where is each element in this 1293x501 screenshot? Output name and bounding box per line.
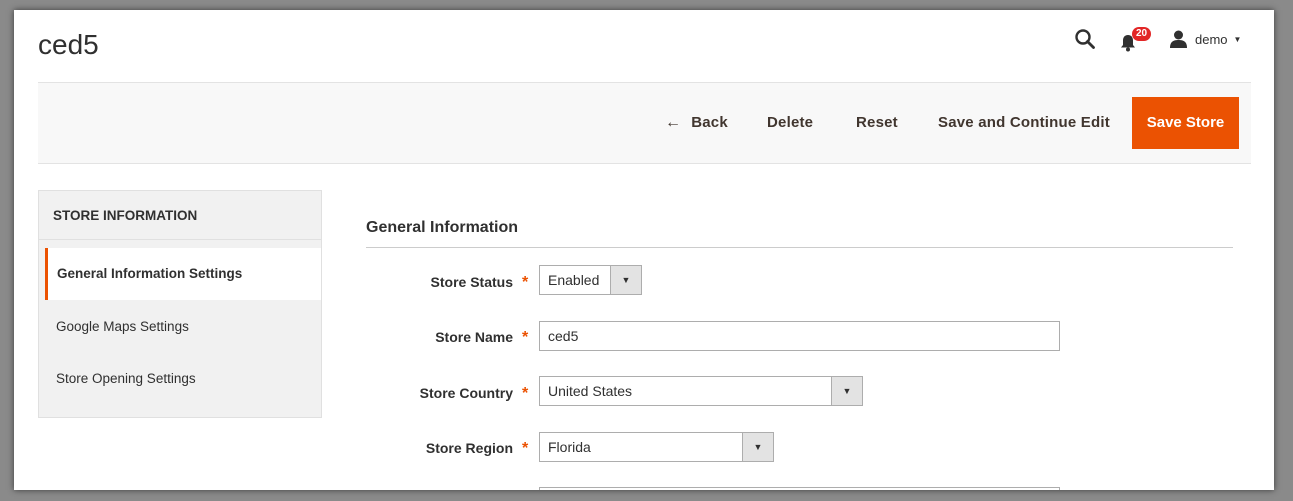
save-store-button[interactable]: Save Store — [1132, 97, 1239, 149]
required-marker: * — [522, 274, 529, 291]
delete-button[interactable]: Delete — [767, 109, 813, 137]
user-menu[interactable]: demo ▼ — [1170, 29, 1241, 49]
chevron-down-icon: ▼ — [831, 377, 862, 405]
back-arrow-icon: ← — [665, 114, 682, 131]
page-actions-toolbar: ← Back Delete Reset Save and Continue Edi… — [38, 82, 1251, 164]
chevron-down-icon: ▼ — [1233, 34, 1242, 44]
back-button[interactable]: ← Back — [665, 109, 728, 137]
admin-page: ced5 20 demo ▼ ← Back Delete Reset Save a… — [14, 10, 1274, 490]
chevron-down-icon: ▼ — [610, 266, 641, 294]
store-country-label: Store Country — [419, 385, 513, 401]
reset-button[interactable]: Reset — [856, 109, 898, 137]
user-name: demo — [1195, 31, 1228, 47]
store-name-value: ced5 — [548, 328, 579, 344]
back-label: Back — [691, 114, 728, 131]
required-marker: * — [522, 440, 529, 457]
sidebar-item-general-information-settings[interactable]: General Information Settings — [45, 248, 321, 300]
section-title: General Information — [366, 219, 519, 236]
store-region-label: Store Region — [425, 440, 513, 456]
store-status-select[interactable]: Enabled ▼ — [539, 265, 642, 295]
sidebar-item-store-opening-settings[interactable]: Store Opening Settings — [45, 353, 321, 405]
section-divider — [366, 247, 1233, 248]
sidebar-item-google-maps-settings[interactable]: Google Maps Settings — [45, 301, 321, 353]
search-icon[interactable] — [1074, 28, 1096, 50]
chevron-down-icon: ▼ — [742, 433, 773, 461]
next-field-input[interactable] — [539, 487, 1060, 490]
store-name-label: Store Name — [435, 329, 513, 345]
sidebar-title: STORE INFORMATION — [53, 208, 198, 223]
store-country-select[interactable]: United States ▼ — [539, 376, 863, 406]
sidebar-divider — [39, 239, 321, 240]
store-name-input[interactable]: ced5 — [539, 321, 1060, 351]
required-marker: * — [522, 385, 529, 402]
store-region-value: Florida — [548, 439, 591, 455]
store-information-sidebar: STORE INFORMATION General Information Se… — [38, 190, 322, 418]
store-status-value: Enabled — [548, 272, 600, 288]
store-region-select[interactable]: Florida ▼ — [539, 432, 774, 462]
store-country-value: United States — [548, 383, 633, 399]
user-icon — [1170, 30, 1187, 48]
notification-count-badge: 20 — [1132, 27, 1152, 41]
notifications-button[interactable]: 20 — [1120, 27, 1152, 54]
page-title: ced5 — [38, 29, 99, 60]
store-status-label: Store Status — [430, 274, 513, 290]
required-marker: * — [522, 329, 529, 346]
save-and-continue-button[interactable]: Save and Continue Edit — [938, 109, 1110, 137]
